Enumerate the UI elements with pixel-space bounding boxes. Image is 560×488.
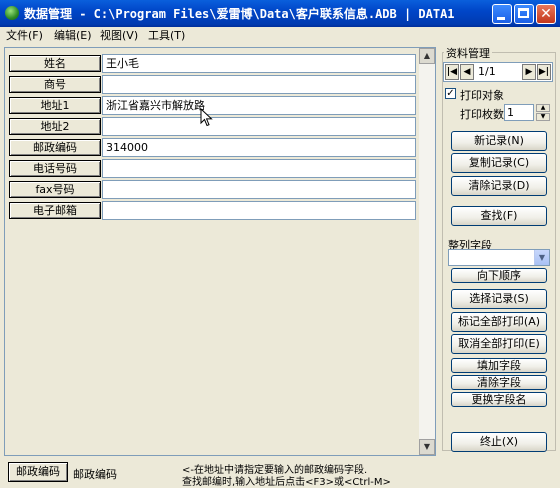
exit-button[interactable]: 终止(X) xyxy=(451,432,547,452)
maximize-button[interactable] xyxy=(514,4,534,24)
postcode-field[interactable]: 314000 xyxy=(102,138,416,157)
status-hint-2: 查找邮编时,输入地址后点击<F3>或<Ctrl-M> xyxy=(182,477,391,488)
record-position: 1/1 xyxy=(478,65,496,78)
email-field[interactable] xyxy=(102,201,416,220)
find-button[interactable]: 查找(F) xyxy=(451,206,547,226)
panel-title: 资料管理 xyxy=(444,45,492,61)
vertical-scrollbar[interactable]: ▲ ▼ xyxy=(419,48,435,455)
status-bar: 邮政编码 邮政编码 <-在地址中请指定要输入的邮政编码字段. 查找邮编时,输入地… xyxy=(0,458,560,488)
name-field[interactable]: 王小毛 xyxy=(102,54,416,73)
sort-field-select[interactable]: ▼ xyxy=(448,249,550,266)
field-label-name[interactable]: 姓名 xyxy=(9,55,101,72)
menu-view[interactable]: 视图(V) xyxy=(100,28,138,44)
sort-order-button[interactable]: 向下顺序 xyxy=(451,268,547,283)
field-label-email[interactable]: 电子邮箱 xyxy=(9,202,101,219)
last-record-button[interactable]: ▶| xyxy=(537,64,551,80)
data-management-panel: 资料管理 |◀ ◀ 1/1 ▶ ▶| ✓ 打印对象 打印枚数 1 ▲ ▼ 新记录… xyxy=(440,45,558,456)
scroll-down-icon[interactable]: ▼ xyxy=(419,439,435,455)
menu-tools[interactable]: 工具(T) xyxy=(148,28,185,44)
field-label-company[interactable]: 商号 xyxy=(9,76,101,93)
phone-field[interactable] xyxy=(102,159,416,178)
address1-field[interactable]: 浙江省嘉兴市解放路 xyxy=(102,96,416,115)
prev-record-button[interactable]: ◀ xyxy=(460,64,474,80)
status-field-button[interactable]: 邮政编码 xyxy=(8,462,68,482)
menu-file[interactable]: 文件(F) xyxy=(6,28,43,44)
print-target-label: 打印对象 xyxy=(460,89,504,102)
print-copies-input[interactable]: 1 xyxy=(504,104,534,121)
mouse-cursor-icon xyxy=(200,108,213,127)
fax-field[interactable] xyxy=(102,180,416,199)
first-record-button[interactable]: |◀ xyxy=(445,64,459,80)
chevron-down-icon[interactable]: ▼ xyxy=(534,250,549,265)
select-record-button[interactable]: 选择记录(S) xyxy=(451,289,547,309)
minimize-icon xyxy=(497,17,505,20)
unmark-all-print-button[interactable]: 取消全部打印(E) xyxy=(451,334,547,354)
field-label-postcode[interactable]: 邮政编码 xyxy=(9,139,101,156)
field-label-phone[interactable]: 电话号码 xyxy=(9,160,101,177)
field-label-address1[interactable]: 地址1 xyxy=(9,97,101,114)
menu-bar: 文件(F) 编辑(E) 视图(V) 工具(T) xyxy=(0,27,560,45)
spin-up-icon[interactable]: ▲ xyxy=(536,104,550,112)
field-label-fax[interactable]: fax号码 xyxy=(9,181,101,198)
close-icon: ✕ xyxy=(540,6,552,22)
remove-field-button[interactable]: 清除字段 xyxy=(451,375,547,390)
record-form: 姓名 王小毛 商号 地址1 浙江省嘉兴市解放路 地址2 邮政编码 314000 … xyxy=(4,47,436,456)
minimize-button[interactable] xyxy=(492,4,512,24)
rename-field-button[interactable]: 更换字段名 xyxy=(451,392,547,407)
menu-edit[interactable]: 编辑(E) xyxy=(54,28,92,44)
company-field[interactable] xyxy=(102,75,416,94)
status-field-name: 邮政编码 xyxy=(73,468,117,481)
next-record-button[interactable]: ▶ xyxy=(522,64,536,80)
maximize-icon xyxy=(518,8,529,18)
copy-record-button[interactable]: 复制记录(C) xyxy=(451,153,547,173)
add-field-button[interactable]: 填加字段 xyxy=(451,358,547,373)
title-bar[interactable]: 数据管理 - C:\Program Files\爱雷博\Data\客户联系信息.… xyxy=(0,0,560,27)
app-window: 数据管理 - C:\Program Files\爱雷博\Data\客户联系信息.… xyxy=(0,0,560,488)
address2-field[interactable] xyxy=(102,117,416,136)
scroll-up-icon[interactable]: ▲ xyxy=(419,48,435,64)
close-button[interactable]: ✕ xyxy=(536,4,556,24)
new-record-button[interactable]: 新记录(N) xyxy=(451,131,547,151)
delete-record-button[interactable]: 清除记录(D) xyxy=(451,176,547,196)
print-copies-label: 打印枚数 xyxy=(460,108,504,121)
mark-all-print-button[interactable]: 标记全部打印(A) xyxy=(451,312,547,332)
spin-down-icon[interactable]: ▼ xyxy=(536,113,550,121)
app-icon[interactable] xyxy=(5,6,19,20)
record-navigator: |◀ ◀ 1/1 ▶ ▶| xyxy=(443,62,553,82)
print-target-checkbox[interactable]: ✓ xyxy=(445,88,456,99)
window-title: 数据管理 - C:\Program Files\爱雷博\Data\客户联系信息.… xyxy=(24,7,455,21)
field-label-address2[interactable]: 地址2 xyxy=(9,118,101,135)
